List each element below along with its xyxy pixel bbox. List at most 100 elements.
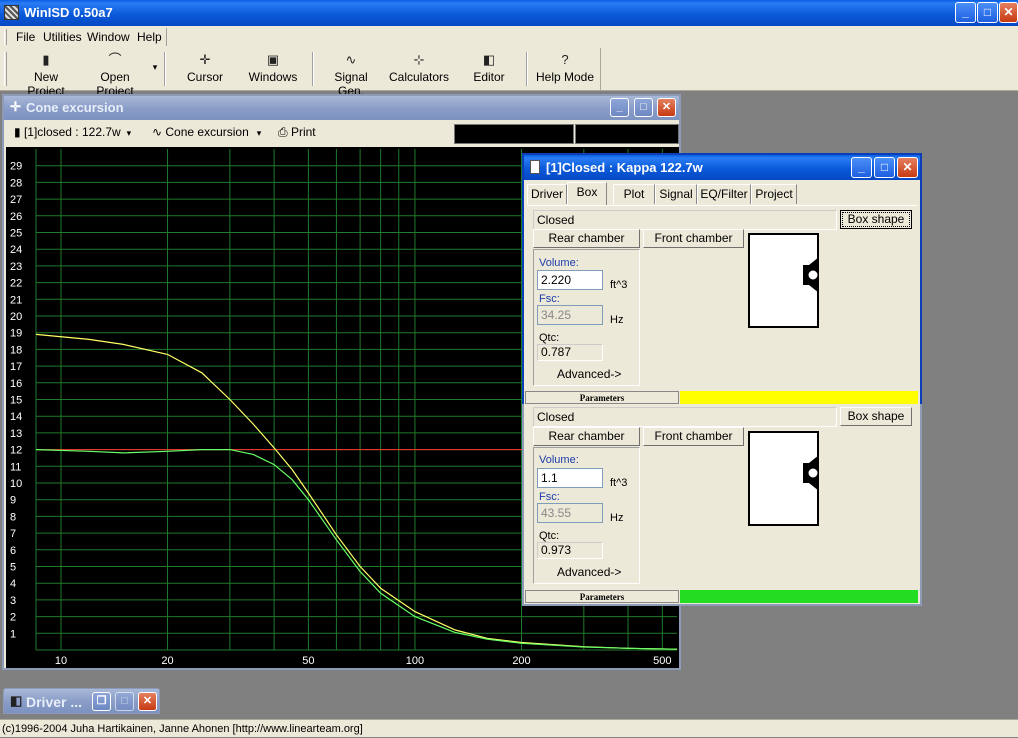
menu-help[interactable]: Help [137,30,162,44]
y-tick-label: 25 [10,228,22,240]
calculators-icon: ⊹ [413,52,425,67]
tab-signal[interactable]: Signal [655,184,697,204]
parameters-label[interactable]: Parameters [525,391,679,404]
front-chamber-tab[interactable]: Front chamber [643,229,744,248]
app-icon [4,5,19,20]
box2-qtc-value: 0.973 [537,542,603,559]
cone-close-button[interactable]: ✕ [657,98,676,117]
toolbar: ▮ New Project ⌒ Open Project ▾ ✛ Cursor … [0,48,1018,98]
box2-color-bar[interactable] [680,590,918,603]
signal-gen-button[interactable]: ∿ Signal Gen. [320,52,382,98]
driver-window-minimized[interactable]: ◧ Driver ... ❐ □ ✕ [3,688,160,714]
cone-minimize-button[interactable]: _ [610,98,629,117]
box2-fsc-input[interactable]: 43.55 [537,503,603,523]
menubar-grip [4,29,7,45]
box2-rear-chamber-tab[interactable]: Rear chamber [533,427,640,446]
volume-unit: ft^3 [610,279,628,291]
status-bar: (c)1996-2004 Juha Hartikainen, Janne Aho… [0,719,1018,737]
project-close-button[interactable]: ✕ [897,157,918,178]
x-tick-label: 100 [406,655,424,667]
box2-advanced-button[interactable]: Advanced-> [557,565,621,579]
driver-restore-button[interactable]: ❐ [92,692,111,711]
menubar-separator [166,28,167,46]
project-select[interactable]: ▮ [1]closed : 122.7w ▾ [14,123,140,143]
x-tick-label: 20 [161,655,173,667]
box-color-bar[interactable] [680,391,918,404]
y-tick-label: 14 [10,411,22,423]
toolbar-separator [526,52,528,86]
box2-qtc-label: Qtc: [539,530,560,542]
y-tick-label: 15 [10,395,22,407]
windows-button[interactable]: ▣ Windows [245,52,301,88]
cone-window-titlebar[interactable]: ✛ Cone excursion _ □ ✕ [4,96,679,120]
toolbar-grip [4,52,7,86]
toolbar-separator [164,52,166,86]
open-project-icon: ⌒ [108,52,122,67]
y-tick-label: 22 [10,278,22,290]
help-mode-button[interactable]: ? Help Mode [534,52,596,88]
project-window[interactable]: [1]Closed : Kappa 122.7w _ □ ✕ Driver Bo… [522,153,922,406]
cursor-button[interactable]: ✛ Cursor [180,52,230,88]
menu-window[interactable]: Window [87,30,130,44]
toolbar-separator [312,52,314,86]
close-button[interactable]: ✕ [999,2,1018,23]
editor-label: Editor [473,70,505,84]
fsc-unit: Hz [610,314,624,326]
box2-front-chamber-tab[interactable]: Front chamber [643,427,744,446]
box2-panel[interactable]: Closed Box shape Rear chamber Front cham… [522,404,922,606]
box2-shape-button[interactable]: Box shape [840,407,912,426]
box-shape-button[interactable]: Box shape [840,210,912,229]
y-tick-label: 21 [10,294,22,306]
tab-driver[interactable]: Driver [527,184,567,204]
signal-gen-icon: ∿ [345,52,357,67]
project-maximize-button[interactable]: □ [874,157,895,178]
y-tick-label: 13 [10,428,22,440]
y-tick-label: 28 [10,177,22,189]
calculators-label: Calculators [388,70,450,84]
y-tick-label: 27 [10,194,22,206]
help-icon: ? [561,52,569,67]
graph-select[interactable]: ∿ Cone excursion ▾ [152,123,272,143]
driver-maximize-button[interactable]: □ [115,692,134,711]
menu-file[interactable]: File [16,30,35,44]
cone-window-toolbar: ▮ [1]closed : 122.7w ▾ ∿ Cone excursion ▾ … [4,120,679,145]
editor-button[interactable]: ◧ Editor [466,52,512,88]
tab-eq-filter[interactable]: EQ/Filter [697,184,751,204]
rear-chamber-tab[interactable]: Rear chamber [533,229,640,248]
speaker-icon [803,455,819,491]
cone-maximize-button[interactable]: □ [634,98,653,117]
open-project-button[interactable]: ⌒ Open Project [82,52,148,98]
driver-close-button[interactable]: ✕ [138,692,157,711]
tab-box[interactable]: Box [567,182,607,205]
open-project-dropdown[interactable]: ▾ [150,62,160,98]
new-project-button[interactable]: ▮ New Project [14,52,78,98]
windows-icon: ▣ [266,52,280,67]
menu-utilities[interactable]: Utilities [43,30,82,44]
tab-plot[interactable]: Plot [613,184,655,204]
qtc-label: Qtc: [539,332,560,344]
advanced-button[interactable]: Advanced-> [557,367,621,381]
project-window-title: [1]Closed : Kappa 122.7w [546,160,703,175]
y-tick-label: 11 [10,461,21,473]
box2-volume-input[interactable]: 1.1 [537,468,603,488]
x-tick-label: 500 [653,655,671,667]
signal-icon: ∿ [152,125,166,139]
y-tick-label: 6 [10,545,16,557]
chevron-down-icon: ▾ [126,128,132,138]
project-window-titlebar[interactable]: [1]Closed : Kappa 122.7w _ □ ✕ [524,155,920,180]
toolbar-end [600,48,601,91]
box2-parameters-label[interactable]: Parameters [525,590,679,603]
project-minimize-button[interactable]: _ [851,157,872,178]
app-titlebar[interactable]: WinISD 0.50a7 _ □ ✕ [0,0,1018,26]
project-icon [530,160,540,174]
y-tick-label: 20 [10,311,22,323]
calculators-button[interactable]: ⊹ Calculators [388,52,450,88]
volume-input[interactable]: 2.220 [537,270,603,290]
tab-project[interactable]: Project [751,184,797,204]
driver-window-title: Driver ... [26,694,83,710]
print-button[interactable]: ⎙ Print [278,123,328,143]
minimize-button[interactable]: _ [955,2,976,23]
y-tick-label: 16 [10,378,22,390]
maximize-button[interactable]: □ [977,2,998,23]
fsc-input[interactable]: 34.25 [537,305,603,325]
